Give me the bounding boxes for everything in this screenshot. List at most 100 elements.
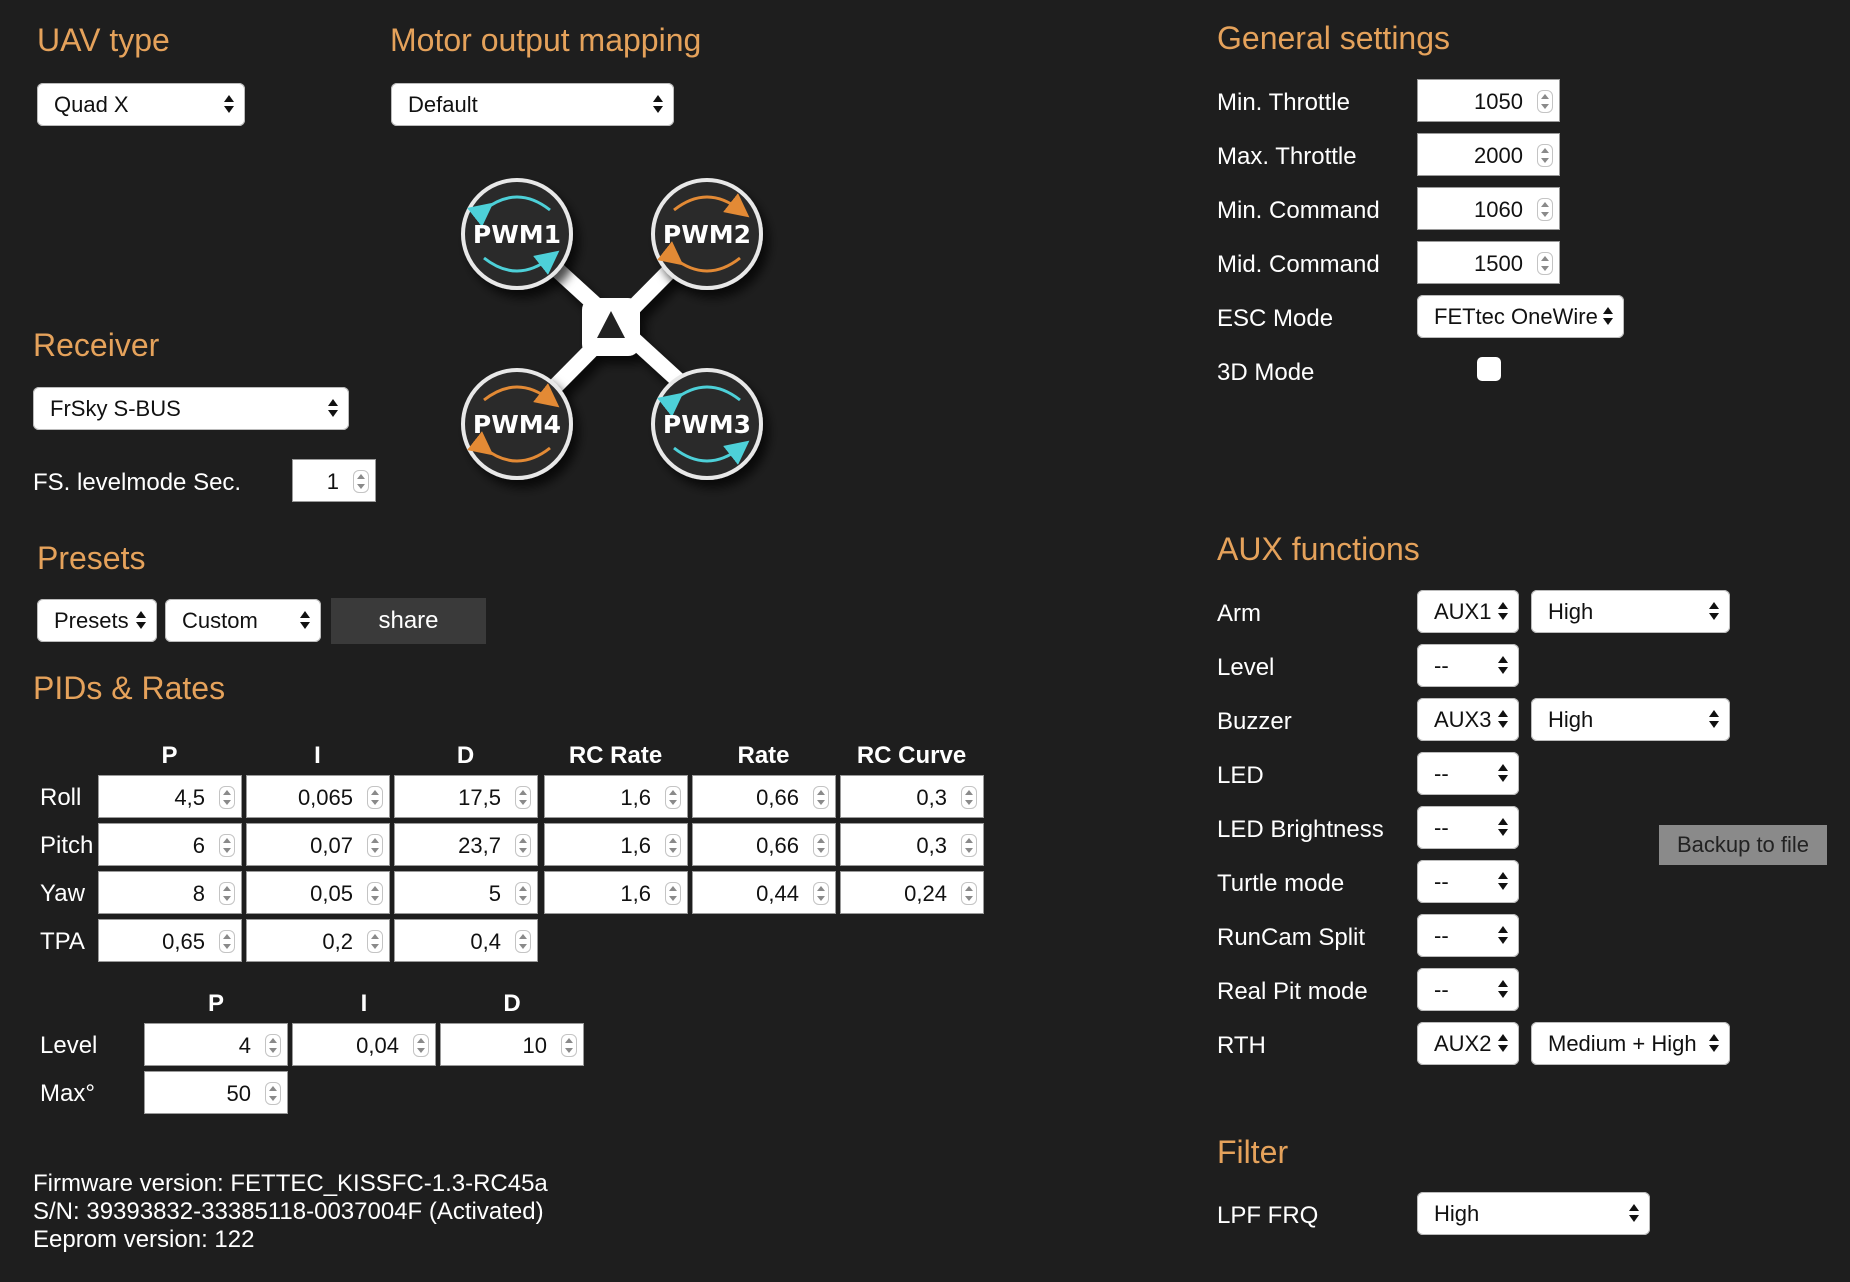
pitch-rate-input[interactable]: 0,66 xyxy=(692,823,836,866)
spinner-icon[interactable] xyxy=(353,470,369,493)
select-arrows-icon xyxy=(1708,590,1720,633)
esc-mode-select[interactable]: FETtec OneWire xyxy=(1417,295,1624,338)
pitch-i-input[interactable]: 0,07 xyxy=(246,823,390,866)
pitch-i-value: 0,07 xyxy=(310,833,353,858)
spinner-icon[interactable] xyxy=(961,786,977,809)
spinner-icon[interactable] xyxy=(515,930,531,953)
tpa-d-input[interactable]: 0,4 xyxy=(394,919,538,962)
spinner-icon[interactable] xyxy=(515,834,531,857)
mid-command-input[interactable]: 1500 xyxy=(1417,241,1560,284)
select-arrows-icon xyxy=(1602,295,1614,338)
roll-d-input[interactable]: 17,5 xyxy=(394,775,538,818)
motor-mapping-select[interactable]: Default xyxy=(391,83,674,126)
yaw-rate-input[interactable]: 0,44 xyxy=(692,871,836,914)
mode-3d-checkbox[interactable] xyxy=(1477,357,1501,381)
spinner-icon[interactable] xyxy=(665,786,681,809)
spinner-icon[interactable] xyxy=(561,1034,577,1057)
level-p-input[interactable]: 4 xyxy=(144,1023,288,1066)
max-angle-input[interactable]: 50 xyxy=(144,1071,288,1114)
pitch-rc-rate-input[interactable]: 1,6 xyxy=(544,823,688,866)
aux-level-select-buzzer[interactable]: High xyxy=(1531,698,1730,741)
spinner-icon[interactable] xyxy=(665,834,681,857)
aux-channel-select-real-pit-mode[interactable]: -- xyxy=(1417,968,1519,1011)
aux-label-arm: Arm xyxy=(1217,600,1261,627)
aux-level-select-arm[interactable]: High xyxy=(1531,590,1730,633)
quad-motor-diagram: PWM1 PWM2 PWM4 PWM3 xyxy=(461,178,763,480)
firmware-version: Firmware version: FETTEC_KISSFC-1.3-RC45… xyxy=(33,1170,548,1197)
spinner-icon[interactable] xyxy=(515,882,531,905)
select-arrows-icon xyxy=(1497,590,1509,633)
min-throttle-label: Min. Throttle xyxy=(1217,89,1350,116)
roll-p-input[interactable]: 4,5 xyxy=(98,775,242,818)
spinner-icon[interactable] xyxy=(813,834,829,857)
yaw-rc-curve-input[interactable]: 0,24 xyxy=(840,871,984,914)
roll-rc-rate-input[interactable]: 1,6 xyxy=(544,775,688,818)
esc-mode-label: ESC Mode xyxy=(1217,305,1334,332)
spinner-icon[interactable] xyxy=(265,1082,281,1105)
yaw-i-input[interactable]: 0,05 xyxy=(246,871,390,914)
roll-i-input[interactable]: 0,065 xyxy=(246,775,390,818)
roll-rc-curve-input[interactable]: 0,3 xyxy=(840,775,984,818)
aux-label-buzzer: Buzzer xyxy=(1217,708,1292,735)
yaw-d-input[interactable]: 5 xyxy=(394,871,538,914)
presets-select[interactable]: Presets xyxy=(37,599,157,642)
lpf-frq-select[interactable]: High xyxy=(1417,1192,1650,1235)
spinner-icon[interactable] xyxy=(367,834,383,857)
mid-command-value: 1500 xyxy=(1474,251,1523,276)
spinner-icon[interactable] xyxy=(367,786,383,809)
spinner-icon[interactable] xyxy=(961,834,977,857)
aux-channel-select-rth[interactable]: AUX2 xyxy=(1417,1022,1519,1065)
presets-value: Presets xyxy=(54,608,129,633)
max-throttle-input[interactable]: 2000 xyxy=(1417,133,1560,176)
pitch-p-input[interactable]: 6 xyxy=(98,823,242,866)
spinner-icon[interactable] xyxy=(413,1034,429,1057)
aux-channel-select-turtle-mode[interactable]: -- xyxy=(1417,860,1519,903)
spinner-icon[interactable] xyxy=(961,882,977,905)
receiver-select[interactable]: FrSky S-BUS xyxy=(33,387,349,430)
spinner-icon[interactable] xyxy=(1537,252,1553,275)
backup-to-file-button[interactable]: Backup to file xyxy=(1659,825,1827,865)
spinner-icon[interactable] xyxy=(1537,144,1553,167)
yaw-p-input[interactable]: 8 xyxy=(98,871,242,914)
roll-rate-input[interactable]: 0,66 xyxy=(692,775,836,818)
spinner-icon[interactable] xyxy=(367,882,383,905)
level-i-input[interactable]: 0,04 xyxy=(292,1023,436,1066)
level-d-input[interactable]: 10 xyxy=(440,1023,584,1066)
aux-channel-select-buzzer[interactable]: AUX3 xyxy=(1417,698,1519,741)
min-command-input[interactable]: 1060 xyxy=(1417,187,1560,230)
spinner-icon[interactable] xyxy=(219,930,235,953)
level-row-label: Level xyxy=(40,1032,98,1059)
aux-channel-value: -- xyxy=(1434,869,1449,894)
aux-channel-select-led[interactable]: -- xyxy=(1417,752,1519,795)
pitch-d-input[interactable]: 23,7 xyxy=(394,823,538,866)
tpa-i-input[interactable]: 0,2 xyxy=(246,919,390,962)
spinner-icon[interactable] xyxy=(219,786,235,809)
spinner-icon[interactable] xyxy=(515,786,531,809)
spinner-icon[interactable] xyxy=(813,786,829,809)
yaw-rc-rate-input[interactable]: 1,6 xyxy=(544,871,688,914)
share-button[interactable]: share xyxy=(331,598,486,644)
aux-channel-select-arm[interactable]: AUX1 xyxy=(1417,590,1519,633)
tpa-p-input[interactable]: 0,65 xyxy=(98,919,242,962)
spinner-icon[interactable] xyxy=(813,882,829,905)
custom-preset-select[interactable]: Custom xyxy=(165,599,321,642)
select-arrows-icon xyxy=(1497,698,1509,741)
aux-channel-select-runcam-split[interactable]: -- xyxy=(1417,914,1519,957)
aux-channel-select-led-brightness[interactable]: -- xyxy=(1417,806,1519,849)
spinner-icon[interactable] xyxy=(219,834,235,857)
spinner-icon[interactable] xyxy=(1537,198,1553,221)
fs-levelmode-input[interactable]: 1 xyxy=(292,459,376,502)
aux-channel-select-level[interactable]: -- xyxy=(1417,644,1519,687)
spinner-icon[interactable] xyxy=(665,882,681,905)
spinner-icon[interactable] xyxy=(219,882,235,905)
min-throttle-input[interactable]: 1050 xyxy=(1417,79,1560,122)
motor-pwm4: PWM4 xyxy=(461,368,573,480)
pitch-rc-curve-input[interactable]: 0,3 xyxy=(840,823,984,866)
aux-level-select-rth[interactable]: Medium + High xyxy=(1531,1022,1730,1065)
spinner-icon[interactable] xyxy=(265,1034,281,1057)
pitch-rate-value: 0,66 xyxy=(756,833,799,858)
spinner-icon[interactable] xyxy=(1537,90,1553,113)
receiver-value: FrSky S-BUS xyxy=(50,396,181,421)
spinner-icon[interactable] xyxy=(367,930,383,953)
uav-type-select[interactable]: Quad X xyxy=(37,83,245,126)
